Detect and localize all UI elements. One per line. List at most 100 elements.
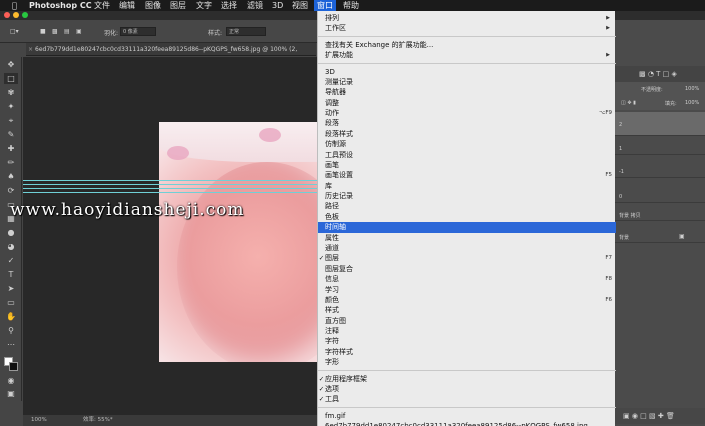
zoom-tool-icon[interactable]: ⚲ <box>4 325 18 336</box>
hand-tool-icon[interactable]: ✋ <box>4 311 18 322</box>
menu-item[interactable]: 动作 ⌥F9 <box>318 108 616 119</box>
layer-actions-icons[interactable]: ▣ ◉ □ ▧ ✚ 🗑 <box>623 412 675 420</box>
subtract-selection-icon[interactable]: ▤ <box>64 28 70 35</box>
menu-item[interactable]: 历史记录 <box>318 191 616 202</box>
menu-item[interactable]: 属性 <box>318 233 616 244</box>
panel-icons[interactable]: ▩ ◔ T □ ◈ <box>639 70 677 78</box>
menu-edit[interactable]: 编辑 <box>119 0 135 11</box>
menu-item[interactable]: 时间轴 <box>318 222 616 233</box>
new-selection-icon[interactable]: ■ <box>40 28 46 35</box>
menu-item[interactable]: 扩展功能 ▶ <box>318 50 616 61</box>
feather-input[interactable]: 0 像素 <box>120 27 156 36</box>
menu-item[interactable]: 通道 <box>318 243 616 254</box>
close-tab-icon[interactable]: × <box>28 43 33 55</box>
brush-tool-icon[interactable]: ✏ <box>4 157 18 168</box>
menu-file[interactable]: 文件 <box>94 0 110 11</box>
menu-item[interactable]: 直方图 <box>318 316 616 327</box>
menu-help[interactable]: 帮助 <box>343 0 359 11</box>
background-color-swatch[interactable] <box>9 362 18 371</box>
menu-item[interactable]: ✓ 图层 F7 <box>318 253 616 264</box>
menu-item[interactable]: ✓ 选项 <box>318 384 616 395</box>
menu-item[interactable]: 排列 ▶ <box>318 13 616 24</box>
menu-view[interactable]: 视图 <box>292 0 308 11</box>
layer-item[interactable]: 0 <box>615 190 705 203</box>
magic-wand-tool-icon[interactable]: ✦ <box>4 101 18 112</box>
menu-item[interactable]: 导航器 <box>318 87 616 98</box>
guide-line[interactable] <box>23 184 318 185</box>
menu-filter[interactable]: 滤镜 <box>247 0 263 11</box>
menu-item[interactable]: 字符 <box>318 336 616 347</box>
document-tab[interactable]: × 6ed7b779dd1e80247cbc0cd33111a320feea89… <box>26 43 316 56</box>
menu-item[interactable]: 字符样式 <box>318 347 616 358</box>
menu-item[interactable]: 色板 <box>318 212 616 223</box>
zoom-level[interactable]: 100% <box>31 415 47 426</box>
layer-item[interactable]: 背景 拷贝 <box>615 208 705 221</box>
minimize-window-icon[interactable] <box>13 12 19 18</box>
layer-item[interactable]: 背景 ▣ <box>615 230 705 243</box>
menu-select[interactable]: 选择 <box>221 0 237 11</box>
healing-brush-tool-icon[interactable]: ✚ <box>4 143 18 154</box>
type-tool-icon[interactable]: T <box>4 269 18 280</box>
menu-item[interactable]: ✓ 应用程序框架 <box>318 374 616 385</box>
lasso-tool-icon[interactable]: ✾ <box>4 87 18 98</box>
menu-item[interactable]: 工具预设 <box>318 150 616 161</box>
menu-item[interactable]: 段落 <box>318 118 616 129</box>
crop-tool-icon[interactable]: ⌖ <box>4 115 18 126</box>
menu-item[interactable]: 信息 F8 <box>318 274 616 285</box>
apple-icon[interactable]:  <box>12 0 17 11</box>
menu-item[interactable]: fm.gif <box>318 411 616 422</box>
close-window-icon[interactable] <box>4 12 10 18</box>
guide-line[interactable] <box>23 192 318 193</box>
zoom-window-icon[interactable] <box>22 12 28 18</box>
blur-tool-icon[interactable]: ● <box>4 227 18 238</box>
menu-item[interactable]: 库 <box>318 181 616 192</box>
opacity-value[interactable]: 100% <box>685 86 699 92</box>
more-tools-icon[interactable]: ⋯ <box>4 339 18 350</box>
path-selection-tool-icon[interactable]: ➤ <box>4 283 18 294</box>
eyedropper-tool-icon[interactable]: ✎ <box>4 129 18 140</box>
history-brush-tool-icon[interactable]: ⟳ <box>4 185 18 196</box>
menu-layer[interactable]: 图层 <box>170 0 186 11</box>
menu-item[interactable]: ✓ 工具 <box>318 394 616 405</box>
menu-item[interactable]: 字形 <box>318 357 616 368</box>
clone-stamp-tool-icon[interactable]: ♠ <box>4 171 18 182</box>
menu-item[interactable]: 6ed7b779dd1e80247cbc0cd33111a320feea8912… <box>318 421 616 426</box>
app-menu[interactable]: Photoshop CC <box>29 0 92 11</box>
add-selection-icon[interactable]: ▩ <box>52 28 58 35</box>
menu-item[interactable]: 画笔设置 F5 <box>318 170 616 181</box>
intersect-selection-icon[interactable]: ▣ <box>76 28 82 35</box>
menu-window[interactable]: 窗口 <box>314 0 336 11</box>
menu-item[interactable]: 样式 <box>318 305 616 316</box>
menu-type[interactable]: 文字 <box>196 0 212 11</box>
quick-mask-icon[interactable]: ◉ <box>4 375 18 386</box>
menu-item[interactable]: 段落样式 <box>318 129 616 140</box>
layer-item[interactable]: -1 <box>615 165 705 178</box>
menu-item[interactable]: 仿制源 <box>318 139 616 150</box>
style-select[interactable]: 正常 <box>226 27 266 36</box>
layer-item[interactable]: 2 <box>615 112 705 136</box>
menu-image[interactable]: 图像 <box>145 0 161 11</box>
guide-line[interactable] <box>23 188 318 189</box>
guide-line[interactable] <box>23 180 318 181</box>
menu-item[interactable]: 测量记录 <box>318 77 616 88</box>
rectangular-marquee-tool-icon[interactable]: □ <box>4 73 18 84</box>
menu-3d[interactable]: 3D <box>272 0 283 11</box>
menu-item[interactable]: 路径 <box>318 201 616 212</box>
document-image[interactable] <box>159 122 319 362</box>
fill-value[interactable]: 100% <box>685 100 699 106</box>
menu-item[interactable]: 查找有关 Exchange 的扩展功能... <box>318 40 616 51</box>
lock-icons[interactable]: ◫ ✥ ▮ <box>621 100 636 106</box>
menu-item[interactable]: 工作区 ▶ <box>318 23 616 34</box>
marquee-preset-icon[interactable]: □▾ <box>10 28 19 35</box>
menu-item[interactable]: 3D <box>318 67 616 78</box>
menu-item[interactable]: 调整 <box>318 98 616 109</box>
pen-tool-icon[interactable]: ✓ <box>4 255 18 266</box>
menu-item[interactable]: 注释 <box>318 326 616 337</box>
shape-tool-icon[interactable]: ▭ <box>4 297 18 308</box>
screen-mode-icon[interactable]: ▣ <box>4 388 18 399</box>
menu-item[interactable]: 图层复合 <box>318 264 616 275</box>
layer-item[interactable]: 1 <box>615 142 705 155</box>
move-tool-icon[interactable]: ✥ <box>4 59 18 70</box>
menu-item[interactable]: 学习 <box>318 285 616 296</box>
menu-item[interactable]: 颜色 F6 <box>318 295 616 306</box>
